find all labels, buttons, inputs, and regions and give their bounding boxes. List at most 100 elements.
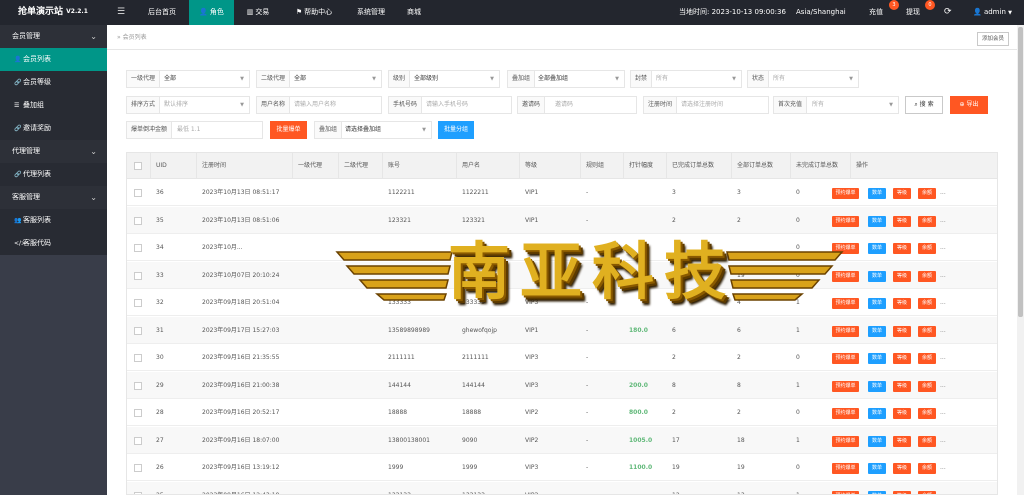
sidebar-item-invite-reward[interactable]: 🔗 邀请奖励	[0, 117, 107, 140]
row-checkbox[interactable]	[134, 464, 142, 472]
row-checkbox[interactable]	[134, 409, 142, 417]
balance-button[interactable]: 余额	[918, 435, 936, 447]
balance-button[interactable]: 余额	[918, 463, 936, 474]
order-count-button[interactable]: 数单	[868, 353, 886, 364]
balance-button[interactable]: 余额	[918, 353, 936, 364]
sidebar-item-agent-list[interactable]: 🔗 代理列表	[0, 163, 107, 186]
level-button[interactable]: 等级	[893, 188, 911, 199]
level-button[interactable]: 等级	[893, 408, 911, 419]
batch-group-button[interactable]: 批量分组	[438, 121, 474, 139]
balance-button[interactable]: 余额	[918, 215, 936, 227]
sidebar-group-members[interactable]: 会员管理 ⌄	[0, 25, 107, 48]
order-count-button[interactable]: 数单	[868, 408, 886, 419]
more-actions-button[interactable]: ...	[940, 179, 946, 206]
row-checkbox[interactable]	[134, 326, 142, 335]
level-button[interactable]: 等级	[893, 243, 911, 254]
reserve-order-button[interactable]: 预约爆单	[832, 215, 859, 227]
more-actions-button[interactable]: ...	[940, 372, 946, 399]
order-count-button[interactable]: 数单	[868, 380, 886, 392]
row-checkbox[interactable]	[134, 216, 142, 225]
row-checkbox[interactable]	[134, 189, 142, 197]
more-actions-button[interactable]: ...	[940, 344, 946, 371]
reserve-order-button[interactable]: 预约爆单	[832, 435, 859, 447]
order-count-button[interactable]: 数单	[868, 215, 886, 227]
balance-button[interactable]: 余额	[918, 298, 936, 309]
row-checkbox[interactable]	[134, 354, 142, 362]
level-button[interactable]: 等级	[893, 325, 911, 337]
scrollbar-thumb[interactable]	[1018, 27, 1023, 317]
search-button[interactable]: ⌕ 搜 索	[905, 96, 943, 114]
order-amount-field[interactable]: 爆单倒冲金额 最低 1.1	[126, 121, 263, 139]
reserve-order-button[interactable]: 预约爆单	[832, 325, 859, 337]
first-recharge-select[interactable]: 首次充值 所有 ▼	[773, 96, 899, 114]
page-scrollbar[interactable]	[1017, 25, 1024, 495]
nav-system[interactable]: 系统管理	[348, 0, 394, 25]
withdraw-link[interactable]: 提现	[906, 0, 920, 25]
phone-field[interactable]: 手机号码 请输入手机号码	[388, 96, 512, 114]
sidebar-group-service[interactable]: 客服管理 ⌄	[0, 186, 107, 209]
order-count-button[interactable]: 数单	[868, 298, 886, 309]
reserve-order-button[interactable]: 预约爆单	[832, 408, 859, 419]
level-select[interactable]: 级别 全部级别 ▼	[388, 70, 500, 88]
row-checkbox[interactable]	[134, 436, 142, 445]
order-count-button[interactable]: 数单	[868, 188, 886, 199]
nav-mall[interactable]: 商城	[398, 0, 430, 25]
more-actions-button[interactable]: ...	[940, 207, 946, 234]
stack-select[interactable]: 叠加组 全部叠加组 ▼	[507, 70, 625, 88]
sidebar-item-member-list[interactable]: 👤 会员列表	[0, 48, 107, 71]
level-button[interactable]: 等级	[893, 215, 911, 227]
order-count-button[interactable]: 数单	[868, 325, 886, 337]
export-button[interactable]: ⊕ 导出	[950, 96, 988, 114]
status-select[interactable]: 状态 所有 ▼	[747, 70, 859, 88]
level-button[interactable]: 等级	[893, 298, 911, 309]
order-count-button[interactable]: 数单	[868, 243, 886, 254]
select-all-checkbox[interactable]	[134, 162, 142, 170]
level-button[interactable]: 等级	[893, 463, 911, 474]
row-checkbox[interactable]	[134, 381, 142, 390]
level-button[interactable]: 等级	[893, 435, 911, 447]
more-actions-button[interactable]: ...	[940, 289, 946, 316]
row-checkbox[interactable]	[134, 491, 142, 494]
sidebar-item-service-list[interactable]: 👥 客服列表	[0, 209, 107, 232]
sidebar-item-stack-group[interactable]: ☰ 叠加组	[0, 94, 107, 117]
row-checkbox[interactable]	[134, 299, 142, 307]
sort-select[interactable]: 排序方式 默认排序 ▼	[126, 96, 250, 114]
user-menu[interactable]: 👤 admin ▼	[973, 0, 1012, 25]
reserve-order-button[interactable]: 预约爆单	[832, 353, 859, 364]
level-button[interactable]: 等级	[893, 490, 911, 494]
more-actions-button[interactable]: ...	[940, 427, 946, 454]
reserve-order-button[interactable]: 预约爆单	[832, 188, 859, 199]
more-actions-button[interactable]: ...	[940, 262, 946, 289]
balance-button[interactable]: 余额	[918, 408, 936, 419]
order-count-button[interactable]: 数单	[868, 435, 886, 447]
level-button[interactable]: 等级	[893, 270, 911, 282]
balance-button[interactable]: 余额	[918, 380, 936, 392]
balance-button[interactable]: 余额	[918, 188, 936, 199]
sidebar-group-agents[interactable]: 代理管理 ⌄	[0, 140, 107, 163]
balance-button[interactable]: 余额	[918, 325, 936, 337]
nav-trade[interactable]: ▥ 交易	[236, 0, 280, 25]
order-count-button[interactable]: 数单	[868, 490, 886, 494]
balance-button[interactable]: 余额	[918, 490, 936, 494]
row-checkbox[interactable]	[134, 244, 142, 252]
agent2-select[interactable]: 二级代理 全部 ▼	[256, 70, 382, 88]
nav-home[interactable]: 后台首页	[136, 0, 188, 25]
username-field[interactable]: 用户名称 请输入用户名称	[256, 96, 382, 114]
ban-select[interactable]: 封禁 所有 ▼	[630, 70, 742, 88]
balance-button[interactable]: 余额	[918, 243, 936, 254]
agent1-select[interactable]: 一级代理 全部 ▼	[126, 70, 250, 88]
order-count-button[interactable]: 数单	[868, 270, 886, 282]
refresh-icon[interactable]: ⟳	[944, 0, 952, 25]
add-member-button[interactable]: 添加会员	[976, 32, 1009, 46]
more-actions-button[interactable]: ...	[940, 234, 946, 261]
more-actions-button[interactable]: ...	[940, 399, 946, 426]
level-button[interactable]: 等级	[893, 380, 911, 392]
reserve-order-button[interactable]: 预约爆单	[832, 463, 859, 474]
nav-help[interactable]: ⚑ 帮助中心	[285, 0, 343, 25]
recharge-link[interactable]: 充值	[869, 0, 883, 25]
register-time-field[interactable]: 注册时间 请选择注册时间	[643, 96, 769, 114]
more-actions-button[interactable]: ...	[940, 317, 946, 344]
more-actions-button[interactable]: ...	[940, 482, 946, 495]
order-count-button[interactable]: 数单	[868, 463, 886, 474]
menu-toggle-icon[interactable]: ☰	[117, 0, 125, 25]
